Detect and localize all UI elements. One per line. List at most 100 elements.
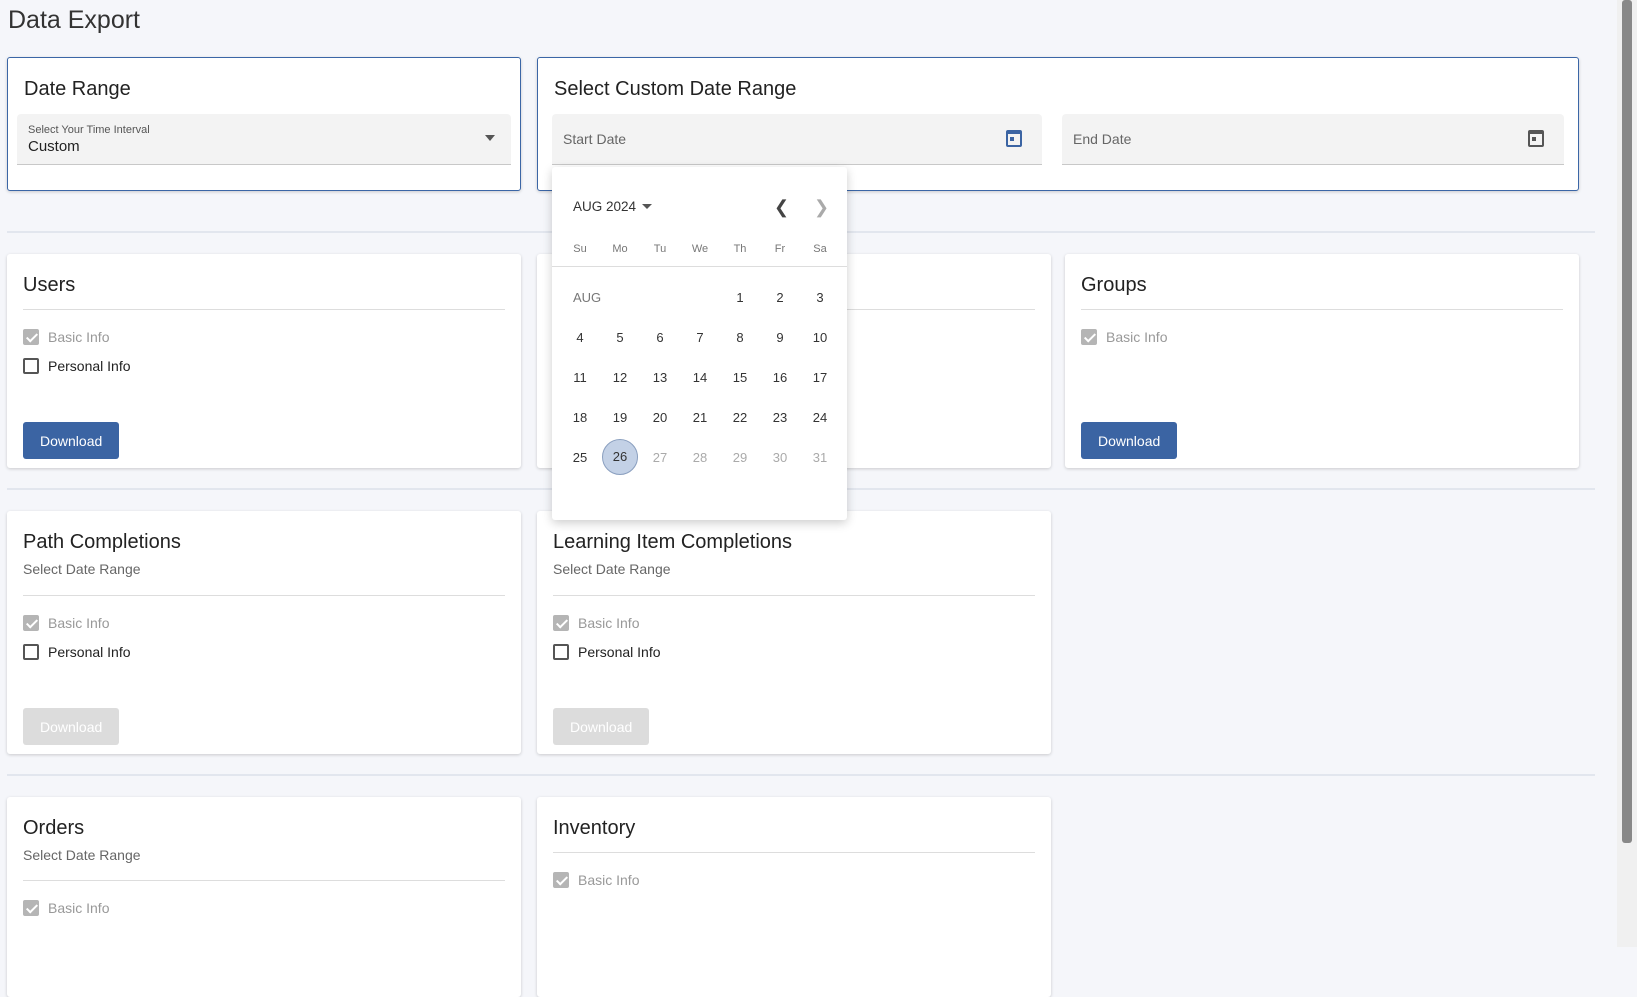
divider — [1081, 309, 1563, 310]
checkbox-label: Basic Info — [48, 615, 110, 631]
calendar-day[interactable]: 13 — [640, 370, 680, 385]
checkbox-label: Personal Info — [578, 644, 661, 660]
checkbox-checked-icon — [553, 615, 569, 631]
checkbox-label: Basic Info — [578, 872, 640, 888]
personal-info-checkbox[interactable]: Personal Info — [23, 358, 131, 374]
previous-month-button[interactable]: ❮ — [774, 197, 789, 218]
calendar-day: 27 — [652, 449, 668, 465]
basic-info-checkbox[interactable]: Basic Info — [1081, 329, 1167, 345]
personal-info-checkbox[interactable]: Personal Info — [23, 644, 131, 660]
calendar-day[interactable]: 3 — [800, 290, 840, 305]
card-subtitle: Select Date Range — [23, 561, 141, 577]
download-button[interactable]: Download — [23, 422, 120, 459]
basic-info-checkbox[interactable]: Basic Info — [553, 872, 639, 888]
calendar-day[interactable]: 22 — [720, 410, 760, 425]
calendar-day[interactable]: 10 — [800, 330, 840, 345]
card-title: Select Custom Date Range — [554, 78, 797, 100]
weekday-label: Su — [573, 243, 587, 255]
scrollbar-thumb[interactable] — [1622, 0, 1632, 843]
calendar-day[interactable]: 7 — [680, 330, 720, 345]
calendar-day[interactable]: 1 — [720, 290, 760, 305]
download-button[interactable]: Download — [553, 708, 650, 745]
start-date-input[interactable]: Start Date — [552, 114, 1042, 165]
basic-info-checkbox[interactable]: Basic Info — [23, 615, 109, 631]
calendar-day[interactable]: 5 — [600, 330, 640, 345]
dropdown-arrow-icon — [485, 135, 495, 141]
calendar-day[interactable]: 21 — [680, 410, 720, 425]
basic-info-checkbox[interactable]: Basic Info — [23, 329, 109, 345]
end-date-input[interactable]: End Date — [1062, 114, 1564, 165]
card-title: Orders — [23, 817, 85, 839]
checkbox-label: Basic Info — [1106, 329, 1168, 345]
divider — [23, 309, 505, 310]
checkbox-label: Basic Info — [578, 615, 640, 631]
calendar-week: 18 19 20 21 22 23 24 — [560, 397, 840, 437]
card-title: Learning Item Completions — [553, 531, 793, 553]
checkbox-icon — [23, 644, 39, 660]
orders-card: Orders Select Date Range Basic Info — [7, 797, 521, 997]
date-range-card: Date Range Select Your Time Interval Cus… — [7, 57, 521, 191]
calendar-day: 30 — [772, 449, 788, 465]
calendar-week: 11 12 13 14 15 16 17 — [560, 357, 840, 397]
calendar-icon[interactable] — [1528, 130, 1544, 147]
calendar-day[interactable]: 12 — [600, 370, 640, 385]
calendar-day[interactable]: 16 — [760, 370, 800, 385]
download-button[interactable]: Download — [23, 708, 120, 745]
calendar-day[interactable]: 17 — [800, 370, 840, 385]
personal-info-checkbox[interactable]: Personal Info — [553, 644, 661, 660]
download-button[interactable]: Download — [1081, 422, 1178, 459]
calendar-day[interactable]: 14 — [680, 370, 720, 385]
calendar-day[interactable]: 24 — [800, 410, 840, 425]
calendar-day[interactable]: 20 — [640, 410, 680, 425]
weekday-header: Su Mo Tu We Th Fr Sa — [560, 243, 840, 255]
calendar-week: 4 5 6 7 8 9 10 — [560, 317, 840, 357]
calendar-day[interactable]: 25 — [560, 450, 600, 465]
divider — [552, 266, 847, 267]
calendar-day[interactable]: 11 — [560, 370, 600, 385]
calendar-day[interactable]: 8 — [720, 330, 760, 345]
checkbox-checked-icon — [23, 329, 39, 345]
checkbox-label: Basic Info — [48, 329, 110, 345]
calendar-grid: AUG 1 2 3 4 5 6 7 8 9 10 11 12 13 14 15 16 17 18 19 20 21 22 23… — [560, 277, 840, 477]
calendar-week: 25 26 27 28 29 30 31 — [560, 437, 840, 477]
next-month-button[interactable]: ❯ — [814, 197, 829, 218]
divider — [553, 595, 1035, 596]
calendar-day[interactable]: 26 — [602, 439, 638, 475]
calendar-day[interactable]: 19 — [600, 410, 640, 425]
learning-item-completions-card: Learning Item Completions Select Date Ra… — [537, 511, 1051, 754]
card-subtitle: Select Date Range — [23, 847, 141, 863]
divider — [23, 595, 505, 596]
calendar-day[interactable]: 9 — [760, 330, 800, 345]
path-completions-card: Path Completions Select Date Range Basic… — [7, 511, 521, 754]
scrollbar-track[interactable] — [1617, 0, 1637, 947]
calendar-day[interactable]: 15 — [720, 370, 760, 385]
select-label: Select Your Time Interval — [28, 124, 150, 136]
checkbox-label: Personal Info — [48, 358, 131, 374]
card-subtitle: Select Date Range — [553, 561, 671, 577]
card-title: Groups — [1081, 274, 1147, 296]
month-year-selector[interactable]: AUG 2024 — [573, 199, 653, 214]
dropdown-arrow-icon — [642, 204, 653, 209]
calendar-day[interactable]: 4 — [560, 330, 600, 345]
weekday-label: Sa — [813, 243, 827, 255]
groups-card: Groups Basic Info Download — [1065, 254, 1579, 468]
calendar-day[interactable]: 6 — [640, 330, 680, 345]
time-interval-select[interactable]: Select Your Time Interval Custom — [17, 114, 511, 165]
calendar-week: AUG 1 2 3 — [560, 277, 840, 317]
divider — [23, 880, 505, 881]
checkbox-icon — [23, 358, 39, 374]
users-card: Users Basic Info Personal Info Download — [7, 254, 521, 468]
card-title: Inventory — [553, 817, 636, 839]
calendar-day[interactable]: 18 — [560, 410, 600, 425]
inventory-card: Inventory Basic Info — [537, 797, 1051, 997]
card-title: Users — [23, 274, 76, 296]
start-date-placeholder: Start Date — [563, 131, 627, 147]
page-title: Data Export — [8, 6, 141, 34]
card-title: Path Completions — [23, 531, 181, 553]
calendar-day[interactable]: 23 — [760, 410, 800, 425]
calendar-day[interactable]: 2 — [760, 290, 800, 305]
basic-info-checkbox[interactable]: Basic Info — [553, 615, 639, 631]
checkbox-checked-icon — [23, 900, 39, 916]
basic-info-checkbox[interactable]: Basic Info — [23, 900, 109, 916]
calendar-icon[interactable] — [1006, 130, 1022, 147]
